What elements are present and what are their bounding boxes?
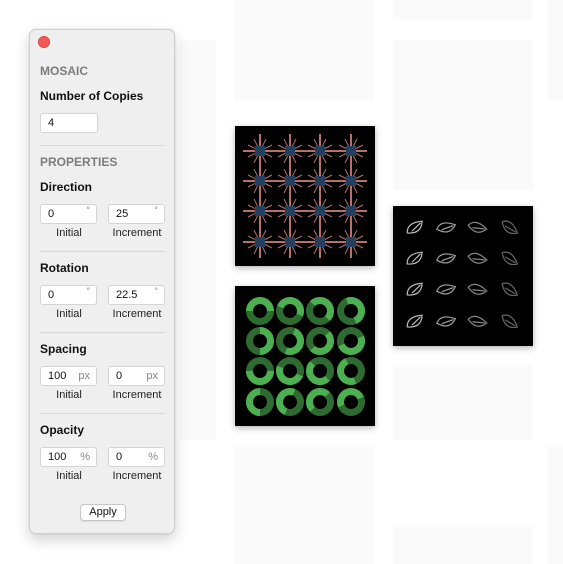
divider (40, 332, 165, 333)
leaf (501, 282, 519, 297)
spacing-initial-input[interactable]: 100 px (40, 366, 97, 386)
leaves-mosaic-canvas[interactable] (393, 206, 533, 346)
ring (246, 357, 274, 385)
ring (246, 297, 274, 325)
ring (276, 327, 304, 355)
spacing-unit: px (146, 370, 158, 382)
ring (276, 297, 304, 325)
leaf (406, 251, 423, 265)
mosaic-panel: MOSAIC Number of Copies 4 PROPERTIES Dir… (29, 29, 175, 534)
ring (306, 388, 334, 416)
ring (246, 388, 274, 416)
background-tile (393, 527, 533, 564)
rotation-increment-caption: Increment (112, 308, 162, 320)
rotation-unit: ° (154, 286, 158, 296)
leaf (436, 284, 457, 295)
mosaic-title: MOSAIC (40, 64, 88, 78)
spacing-increment-input[interactable]: 0 px (108, 366, 165, 386)
ring (306, 297, 334, 325)
arrows-mosaic-canvas[interactable] (235, 126, 375, 266)
opacity-increment-input[interactable]: 0 % (108, 447, 165, 467)
divider (40, 251, 165, 252)
ring (276, 357, 304, 385)
background-tile (393, 0, 533, 20)
opacity-initial-input[interactable]: 100 % (40, 447, 97, 467)
rotation-unit: ° (86, 286, 90, 296)
leaf (406, 282, 423, 296)
apply-button[interactable]: Apply (80, 504, 126, 521)
opacity-unit: % (80, 451, 90, 463)
ring (276, 388, 304, 416)
leaf (467, 221, 488, 233)
leaf (436, 253, 457, 264)
opacity-unit: % (148, 451, 158, 463)
background-tile (234, 447, 374, 564)
direction-initial-caption: Initial (56, 227, 82, 239)
ring (337, 357, 365, 385)
leaf (501, 251, 519, 266)
rotation-initial-input[interactable]: 0 ° (40, 285, 97, 305)
background-tile (393, 40, 533, 190)
direction-initial-input[interactable]: 0 ° (40, 204, 97, 224)
leaf (501, 220, 519, 235)
spacing-label: Spacing (40, 342, 87, 356)
direction-increment-input[interactable]: 25 ° (108, 204, 165, 224)
direction-unit: ° (154, 205, 158, 215)
direction-unit: ° (86, 205, 90, 215)
ring (306, 357, 334, 385)
background-tile (180, 40, 216, 440)
rotation-initial-caption: Initial (56, 308, 82, 320)
rotation-increment-input[interactable]: 22.5 ° (108, 285, 165, 305)
close-button[interactable] (38, 36, 50, 48)
leaf (501, 314, 519, 329)
divider (40, 413, 165, 414)
rings-mosaic-art (246, 297, 365, 416)
spacing-initial-caption: Initial (56, 389, 82, 401)
leaf (436, 222, 457, 233)
direction-label: Direction (40, 180, 93, 194)
leaf (467, 252, 488, 264)
ring (337, 388, 365, 416)
leaf (467, 283, 488, 295)
background-tile (234, 0, 374, 100)
opacity-initial-caption: Initial (56, 470, 82, 482)
opacity-increment-caption: Increment (112, 470, 162, 482)
arrows-mosaic-art (243, 134, 367, 258)
direction-increment-caption: Increment (112, 227, 162, 239)
ring (306, 327, 334, 355)
leaf (467, 315, 488, 327)
opacity-label: Opacity (40, 423, 85, 437)
rotation-label: Rotation (40, 261, 89, 275)
background-tile (393, 365, 533, 440)
background-tile (548, 0, 563, 100)
ring (246, 327, 274, 355)
leaf (436, 316, 457, 327)
copies-label: Number of Copies (40, 89, 144, 103)
leaves-mosaic-art (406, 220, 519, 329)
rings-mosaic-canvas[interactable] (235, 286, 375, 426)
ring (337, 327, 365, 355)
properties-title: PROPERTIES (40, 155, 118, 169)
spacing-increment-caption: Increment (112, 389, 162, 401)
leaf (406, 314, 423, 328)
ring (337, 297, 365, 325)
copies-input[interactable]: 4 (40, 113, 98, 133)
divider (40, 145, 165, 146)
leaf (406, 220, 423, 234)
spacing-unit: px (78, 370, 90, 382)
background-tile (548, 447, 563, 564)
